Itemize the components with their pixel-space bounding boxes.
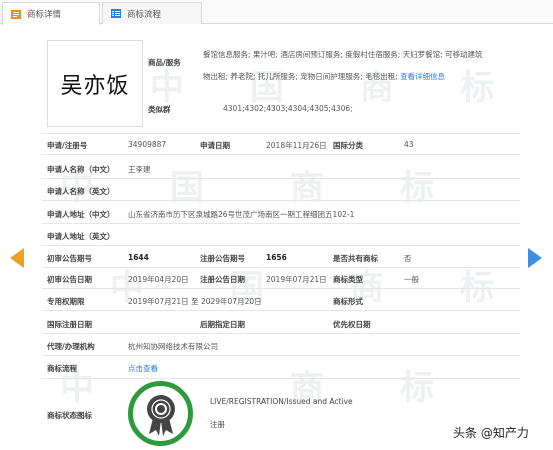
address-en-label: 申请人地址（英文） bbox=[47, 232, 115, 241]
tab-label: 商标流程 bbox=[127, 9, 162, 20]
pre-issue-label: 初审公告期号 bbox=[47, 254, 92, 263]
intl-reg-label: 国际注册日期 bbox=[47, 320, 92, 329]
agent-value: 杭州知协网络技术有限公司 bbox=[128, 342, 218, 351]
agent-label: 代理/办理机构 bbox=[47, 342, 95, 351]
divider bbox=[42, 267, 520, 268]
pre-date-value: 2019年04月20日 bbox=[128, 275, 189, 284]
similar-group-label: 类似群 bbox=[148, 105, 171, 114]
tab-bar: 商标详情 商标流程 bbox=[0, 0, 553, 25]
trademark-image: 吴亦饭 bbox=[47, 40, 143, 127]
trademark-name: 吴亦饭 bbox=[60, 73, 130, 99]
divider bbox=[42, 355, 520, 356]
app-no-value: 34909887 bbox=[128, 140, 167, 149]
similar-group-value: 4301;4302;4303;4304;4305;4306; bbox=[223, 104, 353, 113]
reg-issue-label: 注册公告期号 bbox=[200, 254, 245, 263]
divider bbox=[42, 200, 520, 201]
divider bbox=[42, 378, 520, 379]
divider bbox=[42, 245, 520, 246]
divider bbox=[42, 310, 520, 311]
reg-date-label: 注册公告日期 bbox=[200, 275, 245, 284]
divider bbox=[42, 178, 520, 179]
status-icon-label: 商标状态图标 bbox=[47, 411, 92, 420]
address-cn-value: 山东省济南市历下区泉城路26号世茂广场南区一期工程细团五102-1 bbox=[128, 210, 355, 219]
applicant-cn-value: 王李建 bbox=[128, 165, 151, 174]
goods-line-1: 餐馆信息服务; 果汁吧; 酒店房间预订服务; 度假村住宿服务; 天妇罗餐馆; 可… bbox=[203, 50, 483, 59]
process-link[interactable]: 点击查看 bbox=[128, 363, 158, 374]
applicant-en-label: 申请人名称（英文） bbox=[47, 187, 115, 196]
document-icon bbox=[11, 9, 21, 19]
app-no-label: 申请/注册号 bbox=[47, 141, 88, 150]
tab-trademark-process[interactable]: 商标流程 bbox=[102, 2, 202, 24]
award-ribbon-icon bbox=[146, 394, 175, 436]
shared-value: 否 bbox=[404, 254, 412, 263]
tab-trademark-details[interactable]: 商标详情 bbox=[2, 2, 100, 25]
intl-class-label: 国际分类 bbox=[333, 141, 363, 150]
list-icon bbox=[111, 9, 121, 18]
type-value: 一般 bbox=[404, 275, 419, 284]
divider bbox=[42, 133, 520, 134]
type-label: 商标类型 bbox=[333, 275, 363, 284]
divider bbox=[42, 288, 520, 289]
form-label: 商标形式 bbox=[333, 297, 363, 306]
prev-arrow-icon[interactable] bbox=[10, 248, 24, 268]
divider bbox=[42, 333, 520, 334]
goods-list: 餐馆信息服务; 果汁吧; 酒店房间预订服务; 度假村住宿服务; 天妇罗餐馆; 可… bbox=[203, 44, 525, 88]
pre-issue-value: 1644 bbox=[128, 253, 149, 262]
pre-date-label: 初审公告日期 bbox=[47, 275, 92, 284]
later-label: 后期指定日期 bbox=[200, 320, 245, 329]
app-date-value: 2018年11月26日 bbox=[266, 141, 327, 150]
term-value: 2019年07月21日 至 2029年07月20日 bbox=[128, 297, 262, 306]
tab-label: 商标详情 bbox=[27, 10, 62, 20]
applicant-cn-label: 申请人名称（中文） bbox=[47, 165, 115, 174]
view-details-link[interactable]: 查看详细信息 bbox=[400, 72, 445, 81]
goods-label: 商品/服务 bbox=[148, 58, 181, 67]
divider bbox=[42, 154, 520, 155]
reg-date-value: 2019年07月21日 bbox=[266, 275, 327, 284]
app-date-label: 申请日期 bbox=[200, 141, 230, 150]
status-cn: 注册 bbox=[210, 420, 225, 429]
status-badge bbox=[128, 381, 193, 446]
source-watermark: 头条 @知产力 bbox=[453, 426, 529, 440]
status-en: LIVE/REGISTRATION/Issued and Active bbox=[210, 397, 353, 406]
shared-label: 是否共有商标 bbox=[333, 254, 378, 263]
process-label: 商标流程 bbox=[47, 364, 77, 373]
priority-label: 优先权日期 bbox=[333, 320, 371, 329]
divider bbox=[42, 223, 520, 224]
next-arrow-icon[interactable] bbox=[528, 248, 542, 268]
address-cn-label: 申请人地址（中文） bbox=[47, 210, 115, 219]
intl-class-value: 43 bbox=[404, 140, 414, 149]
term-label: 专用权期限 bbox=[47, 297, 85, 306]
reg-issue-value: 1656 bbox=[266, 253, 287, 262]
goods-line-2: 物出租; 养老院; 托儿所服务; 宠物日间护理服务; 毛毯出租; bbox=[203, 72, 398, 81]
